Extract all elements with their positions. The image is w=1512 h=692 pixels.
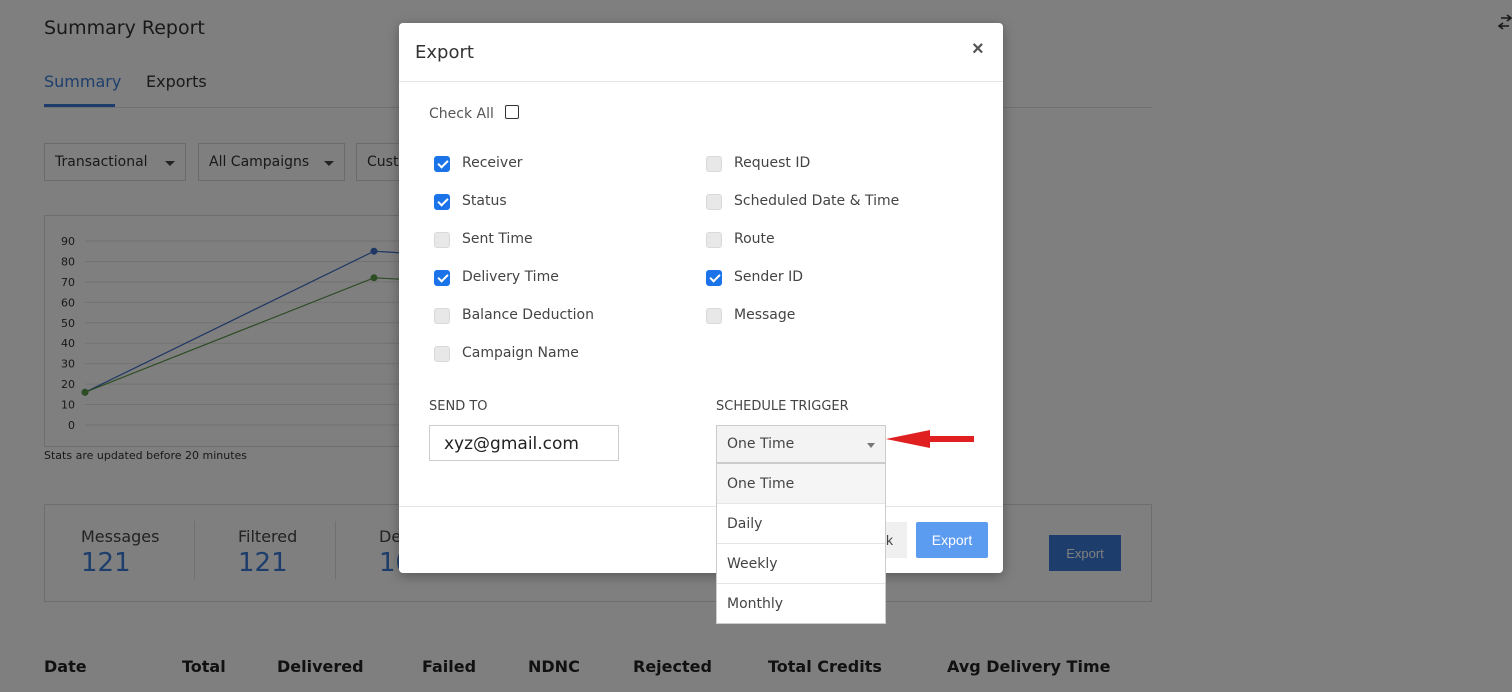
option-label: Status (462, 193, 507, 209)
check-all-label: Check All (429, 106, 494, 122)
schedule-trigger-value: One Time (727, 436, 795, 452)
option-label: Balance Deduction (462, 307, 594, 323)
option-label: Receiver (462, 155, 523, 171)
dropdown-option-one-time[interactable]: One Time (717, 464, 885, 504)
modal-header: Export × (399, 23, 1003, 82)
option-label: Delivery Time (462, 269, 559, 285)
dropdown-option-weekly[interactable]: Weekly (717, 544, 885, 584)
check-all-checkbox[interactable] (505, 105, 519, 119)
dropdown-option-monthly[interactable]: Monthly (717, 584, 885, 624)
checkbox[interactable] (434, 346, 450, 362)
option-label: Campaign Name (462, 345, 579, 361)
checkbox[interactable] (706, 308, 722, 324)
option-label: Scheduled Date & Time (734, 193, 900, 209)
checkbox[interactable] (434, 156, 450, 172)
option-label: Route (734, 231, 775, 247)
option-label: Sent Time (462, 231, 533, 247)
modal-title: Export (415, 42, 474, 63)
schedule-trigger-select[interactable]: One Time (716, 425, 886, 463)
close-icon[interactable]: × (972, 38, 984, 61)
dropdown-option-daily[interactable]: Daily (717, 504, 885, 544)
checkbox[interactable] (706, 156, 722, 172)
schedule-trigger-label: SCHEDULE TRIGGER (716, 399, 849, 414)
option-label: Sender ID (734, 269, 803, 285)
checkbox[interactable] (706, 194, 722, 210)
checkbox[interactable] (434, 232, 450, 248)
send-to-label: SEND TO (429, 399, 488, 414)
checkbox[interactable] (706, 270, 722, 286)
checkbox[interactable] (434, 270, 450, 286)
option-label: Message (734, 307, 796, 323)
send-to-input[interactable]: xyz@gmail.com (429, 425, 619, 461)
checkbox[interactable] (434, 308, 450, 324)
annotation-arrow-icon (886, 430, 974, 448)
chevron-down-icon (867, 443, 875, 448)
export-button[interactable]: Export (916, 522, 988, 558)
send-to-value: xyz@gmail.com (444, 434, 579, 454)
modal-footer (399, 506, 1003, 573)
checkbox[interactable] (434, 194, 450, 210)
export-modal: Export × Check All Receiver Status Sent … (399, 23, 1003, 573)
checkbox[interactable] (706, 232, 722, 248)
option-label: Request ID (734, 155, 811, 171)
schedule-trigger-dropdown: One Time Daily Weekly Monthly (716, 463, 886, 624)
